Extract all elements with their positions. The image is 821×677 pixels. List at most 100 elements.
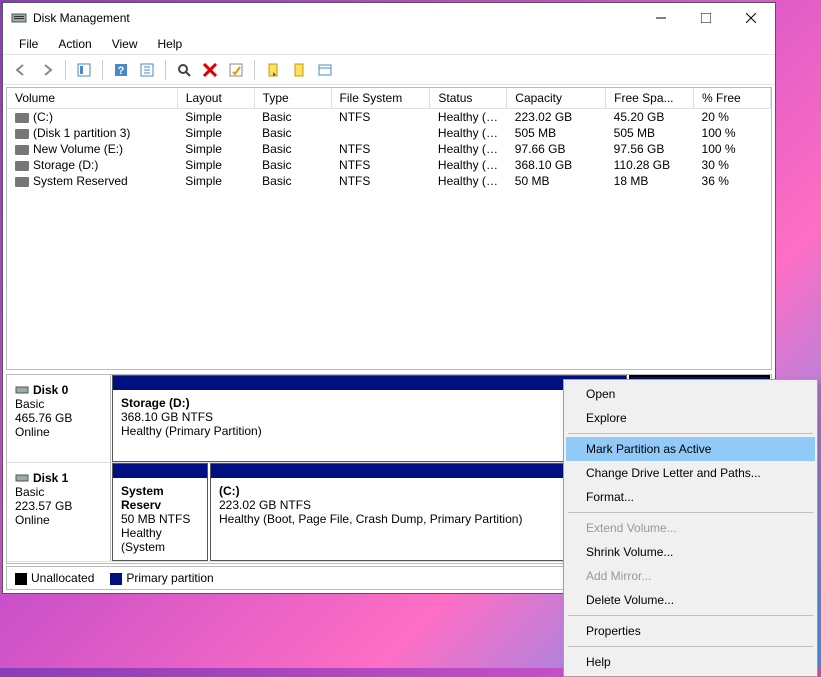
separator	[65, 60, 66, 80]
table-row[interactable]: Storage (D:)SimpleBasicNTFSHealthy (P...…	[7, 157, 771, 173]
cell: Basic	[254, 109, 331, 126]
separator	[165, 60, 166, 80]
partition-size: 368.10 GB NTFS	[121, 410, 618, 424]
table-row[interactable]: (Disk 1 partition 3)SimpleBasicHealthy (…	[7, 125, 771, 141]
disk-state: Online	[15, 425, 102, 439]
disk-name: Disk 0	[33, 383, 68, 397]
forward-button[interactable]	[35, 58, 59, 82]
cell: 20 %	[694, 109, 771, 126]
table-row[interactable]: (C:)SimpleBasicNTFSHealthy (B...223.02 G…	[7, 109, 771, 126]
menu-separator	[568, 646, 813, 647]
disk-name: Disk 1	[33, 471, 68, 485]
disk-type: Basic	[15, 485, 102, 499]
volume-icon	[15, 129, 29, 139]
column-header[interactable]: Capacity	[507, 88, 606, 109]
partition-system-reserved[interactable]: System Reserv 50 MB NTFS Healthy (System	[112, 463, 208, 561]
disk-info-0[interactable]: Disk 0 Basic 465.76 GB Online	[7, 375, 111, 462]
cell: NTFS	[331, 157, 430, 173]
cell: 100 %	[694, 141, 771, 157]
menu-separator	[568, 512, 813, 513]
help-button[interactable]: ?	[109, 58, 133, 82]
menu-item-change-drive-letter-and-paths[interactable]: Change Drive Letter and Paths...	[566, 461, 815, 485]
menubar: File Action View Help	[3, 33, 775, 55]
menu-item-format[interactable]: Format...	[566, 485, 815, 509]
disk-info-1[interactable]: Disk 1 Basic 223.57 GB Online	[7, 463, 111, 561]
cell: (C:)	[7, 109, 177, 126]
back-button[interactable]	[9, 58, 33, 82]
volume-icon	[15, 161, 29, 171]
menu-separator	[568, 433, 813, 434]
column-header[interactable]: Status	[430, 88, 507, 109]
column-header[interactable]: Type	[254, 88, 331, 109]
cell: 110.28 GB	[606, 157, 694, 173]
minimize-button[interactable]	[638, 4, 683, 32]
table-row[interactable]: System ReservedSimpleBasicNTFSHealthy (S…	[7, 173, 771, 189]
action-button-3[interactable]	[313, 58, 337, 82]
menu-item-explore[interactable]: Explore	[566, 406, 815, 430]
cell: Basic	[254, 173, 331, 189]
cell: 100 %	[694, 125, 771, 141]
volume-icon	[15, 145, 29, 155]
menu-file[interactable]: File	[9, 35, 48, 53]
menu-item-help[interactable]: Help	[566, 650, 815, 674]
menu-item-mark-partition-as-active[interactable]: Mark Partition as Active	[566, 437, 815, 461]
table-row[interactable]: New Volume (E:)SimpleBasicNTFSHealthy (P…	[7, 141, 771, 157]
action-button-2[interactable]	[287, 58, 311, 82]
separator	[254, 60, 255, 80]
menu-view[interactable]: View	[102, 35, 148, 53]
cell: Healthy (P...	[430, 157, 507, 173]
legend-unallocated: Unallocated	[15, 571, 94, 585]
maximize-button[interactable]	[683, 4, 728, 32]
partition-header	[113, 376, 626, 390]
separator	[102, 60, 103, 80]
cell: Basic	[254, 157, 331, 173]
action-button-1[interactable]	[261, 58, 285, 82]
settings-button[interactable]	[135, 58, 159, 82]
partition-storage-d[interactable]: Storage (D:) 368.10 GB NTFS Healthy (Pri…	[112, 375, 627, 462]
close-button[interactable]	[728, 4, 773, 32]
show-hide-tree-button[interactable]	[72, 58, 96, 82]
partition-status: Healthy (Primary Partition)	[121, 424, 618, 438]
cell: 223.02 GB	[507, 109, 606, 126]
menu-help[interactable]: Help	[148, 35, 193, 53]
menu-item-shrink-volume[interactable]: Shrink Volume...	[566, 540, 815, 564]
cell: System Reserved	[7, 173, 177, 189]
menu-item-properties[interactable]: Properties	[566, 619, 815, 643]
cell	[331, 125, 430, 141]
cell: Basic	[254, 141, 331, 157]
volume-list[interactable]: VolumeLayoutTypeFile SystemStatusCapacit…	[6, 87, 772, 370]
properties-button[interactable]	[224, 58, 248, 82]
disk-size: 223.57 GB	[15, 499, 102, 513]
svg-text:?: ?	[118, 65, 125, 77]
cell: Healthy (R...	[430, 125, 507, 141]
cell: (Disk 1 partition 3)	[7, 125, 177, 141]
window-title: Disk Management	[33, 11, 638, 25]
cell: Simple	[177, 157, 254, 173]
cell: 368.10 GB	[507, 157, 606, 173]
column-header[interactable]: Free Spa...	[606, 88, 694, 109]
menu-action[interactable]: Action	[48, 35, 101, 53]
column-header[interactable]: File System	[331, 88, 430, 109]
cell: 97.56 GB	[606, 141, 694, 157]
toolbar: ?	[3, 55, 775, 85]
cell: 30 %	[694, 157, 771, 173]
cell: Storage (D:)	[7, 157, 177, 173]
cell: New Volume (E:)	[7, 141, 177, 157]
column-header[interactable]: Layout	[177, 88, 254, 109]
volume-icon	[15, 177, 29, 187]
refresh-button[interactable]	[172, 58, 196, 82]
volume-table: VolumeLayoutTypeFile SystemStatusCapacit…	[7, 88, 771, 189]
titlebar[interactable]: Disk Management	[3, 3, 775, 33]
volume-icon	[15, 113, 29, 123]
disk-icon	[15, 383, 29, 397]
menu-item-open[interactable]: Open	[566, 382, 815, 406]
cell: NTFS	[331, 109, 430, 126]
column-header[interactable]: Volume	[7, 88, 177, 109]
disk-type: Basic	[15, 397, 102, 411]
column-header[interactable]: % Free	[694, 88, 771, 109]
cell: Simple	[177, 125, 254, 141]
app-icon	[11, 10, 27, 26]
delete-button[interactable]	[198, 58, 222, 82]
cell: 505 MB	[507, 125, 606, 141]
menu-item-delete-volume[interactable]: Delete Volume...	[566, 588, 815, 612]
